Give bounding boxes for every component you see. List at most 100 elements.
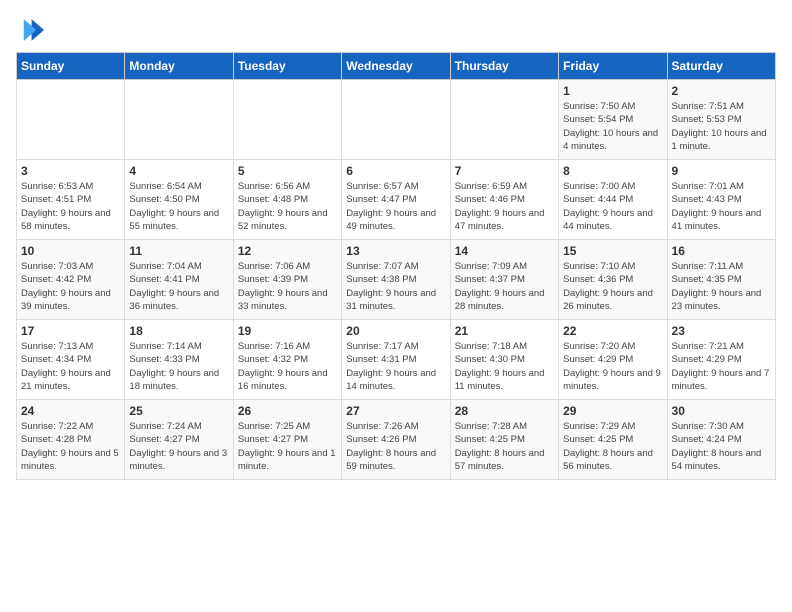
day-number: 12 [238,244,337,258]
day-info: Sunrise: 7:04 AM Sunset: 4:41 PM Dayligh… [129,260,228,313]
day-number: 4 [129,164,228,178]
day-header-wednesday: Wednesday [342,53,450,80]
calendar-cell: 5Sunrise: 6:56 AM Sunset: 4:48 PM Daylig… [233,160,341,240]
day-info: Sunrise: 7:14 AM Sunset: 4:33 PM Dayligh… [129,340,228,393]
day-number: 9 [672,164,771,178]
day-number: 13 [346,244,445,258]
day-info: Sunrise: 7:07 AM Sunset: 4:38 PM Dayligh… [346,260,445,313]
calendar-table: SundayMondayTuesdayWednesdayThursdayFrid… [16,52,776,480]
day-number: 1 [563,84,662,98]
day-number: 8 [563,164,662,178]
day-number: 25 [129,404,228,418]
calendar-week-1: 1 Sunrise: 7:50 AM Sunset: 5:54 PM Daylig… [17,80,776,160]
day-info: Sunrise: 7:25 AM Sunset: 4:27 PM Dayligh… [238,420,337,473]
day-number: 3 [21,164,120,178]
day-info: Sunrise: 7:00 AM Sunset: 4:44 PM Dayligh… [563,180,662,233]
calendar-cell: 9 Sunrise: 7:01 AM Sunset: 4:43 PM Daylig… [667,160,775,240]
day-number: 26 [238,404,337,418]
calendar-week-4: 17 Sunrise: 7:13 AM Sunset: 4:34 PM Dayli… [17,320,776,400]
logo [16,16,48,44]
calendar-cell: 17 Sunrise: 7:13 AM Sunset: 4:34 PM Dayli… [17,320,125,400]
day-number: 24 [21,404,120,418]
calendar-cell: 3 Sunrise: 6:53 AM Sunset: 4:51 PM Daylig… [17,160,125,240]
day-info: Sunrise: 7:03 AM Sunset: 4:42 PM Dayligh… [21,260,120,313]
calendar-cell [342,80,450,160]
calendar-cell: 8 Sunrise: 7:00 AM Sunset: 4:44 PM Daylig… [559,160,667,240]
calendar-cell [125,80,233,160]
calendar-cell [450,80,558,160]
day-info: Sunrise: 7:22 AM Sunset: 4:28 PM Dayligh… [21,420,120,473]
calendar-cell: 19 Sunrise: 7:16 AM Sunset: 4:32 PM Dayli… [233,320,341,400]
day-header-sunday: Sunday [17,53,125,80]
day-number: 2 [672,84,771,98]
day-info: Sunrise: 6:59 AM Sunset: 4:46 PM Dayligh… [455,180,554,233]
calendar-cell: 27 Sunrise: 7:26 AM Sunset: 4:26 PM Dayli… [342,400,450,480]
day-number: 30 [672,404,771,418]
day-number: 23 [672,324,771,338]
calendar-cell: 22 Sunrise: 7:20 AM Sunset: 4:29 PM Dayli… [559,320,667,400]
day-number: 29 [563,404,662,418]
calendar-cell: 13 Sunrise: 7:07 AM Sunset: 4:38 PM Dayli… [342,240,450,320]
calendar-cell [17,80,125,160]
day-number: 16 [672,244,771,258]
day-header-friday: Friday [559,53,667,80]
day-number: 27 [346,404,445,418]
day-number: 17 [21,324,120,338]
day-number: 21 [455,324,554,338]
day-info: Sunrise: 7:17 AM Sunset: 4:31 PM Dayligh… [346,340,445,393]
day-info: Sunrise: 7:16 AM Sunset: 4:32 PM Dayligh… [238,340,337,393]
day-number: 22 [563,324,662,338]
day-info: Sunrise: 7:13 AM Sunset: 4:34 PM Dayligh… [21,340,120,393]
calendar-cell: 18 Sunrise: 7:14 AM Sunset: 4:33 PM Dayli… [125,320,233,400]
calendar-cell: 23 Sunrise: 7:21 AM Sunset: 4:29 PM Dayli… [667,320,775,400]
day-info: Sunrise: 7:28 AM Sunset: 4:25 PM Dayligh… [455,420,554,473]
calendar-week-2: 3 Sunrise: 6:53 AM Sunset: 4:51 PM Daylig… [17,160,776,240]
calendar-cell: 2 Sunrise: 7:51 AM Sunset: 5:53 PM Daylig… [667,80,775,160]
calendar-week-5: 24 Sunrise: 7:22 AM Sunset: 4:28 PM Dayli… [17,400,776,480]
day-info: Sunrise: 7:21 AM Sunset: 4:29 PM Dayligh… [672,340,771,393]
day-info: Sunrise: 6:53 AM Sunset: 4:51 PM Dayligh… [21,180,120,233]
day-info: Sunrise: 7:50 AM Sunset: 5:54 PM Dayligh… [563,100,662,153]
day-info: Sunrise: 7:11 AM Sunset: 4:35 PM Dayligh… [672,260,771,313]
calendar-cell: 6 Sunrise: 6:57 AM Sunset: 4:47 PM Daylig… [342,160,450,240]
calendar-cell: 21 Sunrise: 7:18 AM Sunset: 4:30 PM Dayli… [450,320,558,400]
calendar-cell: 28 Sunrise: 7:28 AM Sunset: 4:25 PM Dayli… [450,400,558,480]
page-header [16,16,776,44]
calendar-cell: 26 Sunrise: 7:25 AM Sunset: 4:27 PM Dayli… [233,400,341,480]
day-number: 20 [346,324,445,338]
day-number: 19 [238,324,337,338]
day-info: Sunrise: 7:51 AM Sunset: 5:53 PM Dayligh… [672,100,771,153]
calendar-cell: 15Sunrise: 7:10 AM Sunset: 4:36 PM Dayli… [559,240,667,320]
day-info: Sunrise: 6:57 AM Sunset: 4:47 PM Dayligh… [346,180,445,233]
calendar-cell [233,80,341,160]
calendar-cell: 7 Sunrise: 6:59 AM Sunset: 4:46 PM Daylig… [450,160,558,240]
day-info: Sunrise: 7:24 AM Sunset: 4:27 PM Dayligh… [129,420,228,473]
calendar-cell: 11 Sunrise: 7:04 AM Sunset: 4:41 PM Dayli… [125,240,233,320]
day-info: Sunrise: 7:18 AM Sunset: 4:30 PM Dayligh… [455,340,554,393]
logo-icon [16,16,44,44]
day-header-thursday: Thursday [450,53,558,80]
day-info: Sunrise: 7:01 AM Sunset: 4:43 PM Dayligh… [672,180,771,233]
day-info: Sunrise: 7:20 AM Sunset: 4:29 PM Dayligh… [563,340,662,393]
day-info: Sunrise: 7:26 AM Sunset: 4:26 PM Dayligh… [346,420,445,473]
day-number: 11 [129,244,228,258]
calendar-cell: 1 Sunrise: 7:50 AM Sunset: 5:54 PM Daylig… [559,80,667,160]
calendar-week-3: 10 Sunrise: 7:03 AM Sunset: 4:42 PM Dayli… [17,240,776,320]
day-info: Sunrise: 7:09 AM Sunset: 4:37 PM Dayligh… [455,260,554,313]
day-number: 6 [346,164,445,178]
day-number: 7 [455,164,554,178]
day-number: 10 [21,244,120,258]
day-info: Sunrise: 7:10 AM Sunset: 4:36 PM Dayligh… [563,260,662,313]
calendar-cell: 12 Sunrise: 7:06 AM Sunset: 4:39 PM Dayli… [233,240,341,320]
day-info: Sunrise: 6:54 AM Sunset: 4:50 PM Dayligh… [129,180,228,233]
day-header-saturday: Saturday [667,53,775,80]
day-info: Sunrise: 7:06 AM Sunset: 4:39 PM Dayligh… [238,260,337,313]
day-number: 18 [129,324,228,338]
day-header-tuesday: Tuesday [233,53,341,80]
calendar-cell: 29 Sunrise: 7:29 AM Sunset: 4:25 PM Dayli… [559,400,667,480]
day-number: 14 [455,244,554,258]
day-info: Sunrise: 7:29 AM Sunset: 4:25 PM Dayligh… [563,420,662,473]
calendar-cell: 4 Sunrise: 6:54 AM Sunset: 4:50 PM Daylig… [125,160,233,240]
calendar-cell: 10 Sunrise: 7:03 AM Sunset: 4:42 PM Dayli… [17,240,125,320]
day-number: 28 [455,404,554,418]
